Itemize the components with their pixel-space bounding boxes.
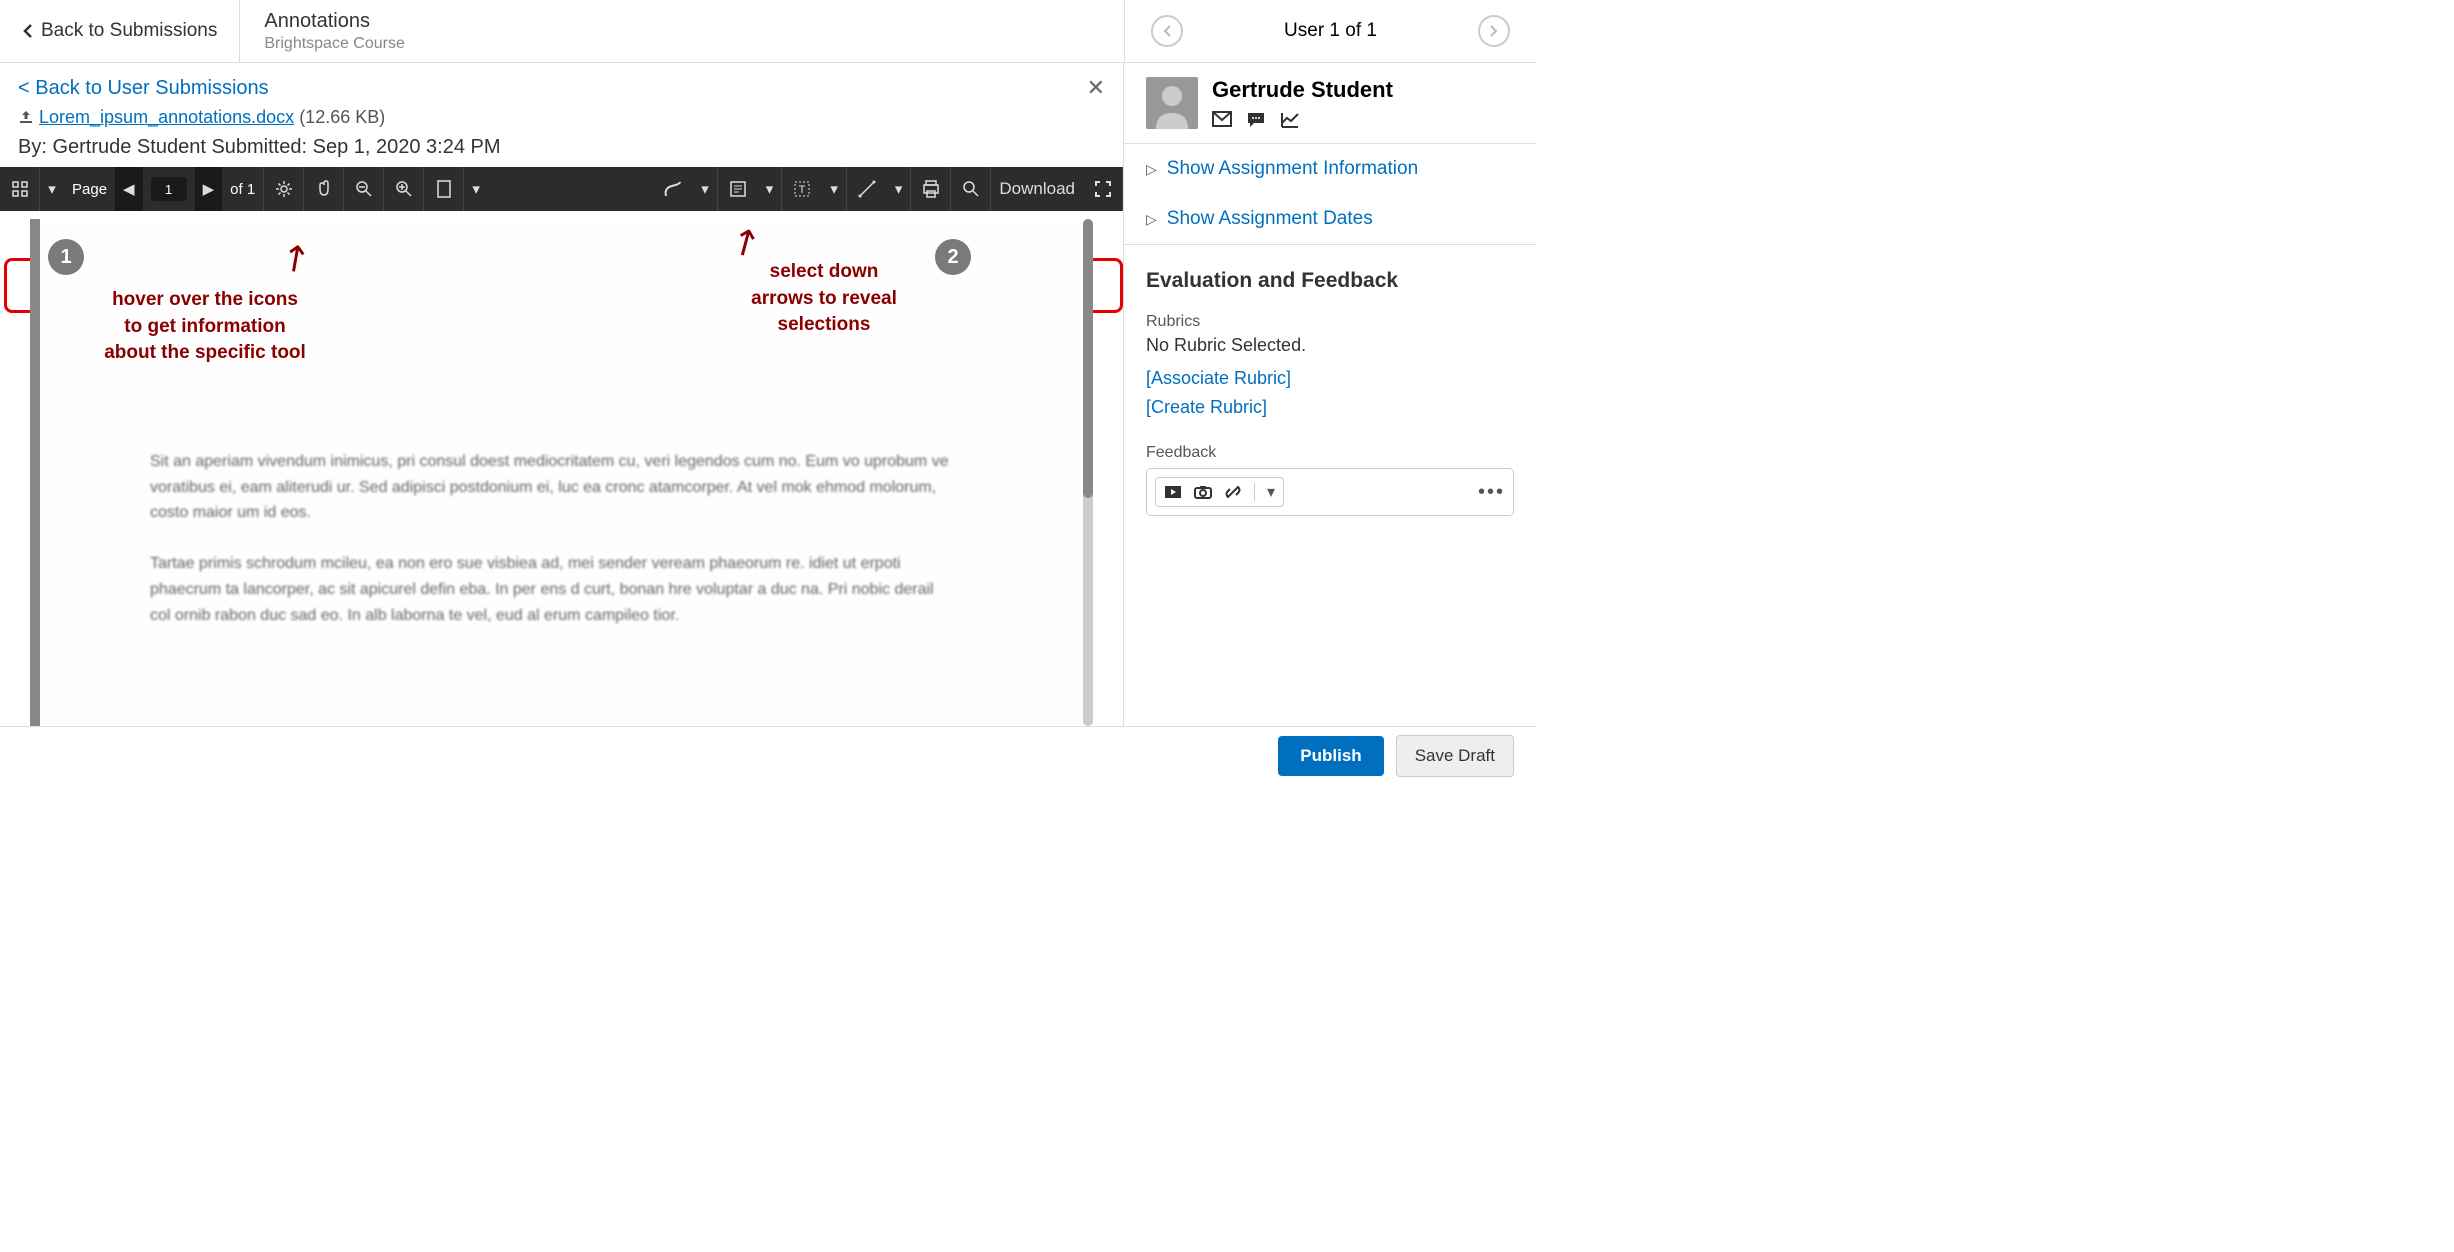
show-assignment-dates-label: Show Assignment Dates <box>1167 208 1373 230</box>
insert-video-icon[interactable] <box>1164 485 1182 499</box>
chevron-left-icon <box>22 23 33 39</box>
insert-image-icon[interactable] <box>1194 485 1212 499</box>
annotation-badge-1: 1 <box>48 239 84 275</box>
progress-icon[interactable] <box>1280 111 1300 129</box>
submission-meta-line: By: Gertrude Student Submitted: Sep 1, 2… <box>0 136 1123 167</box>
back-to-submissions-button[interactable]: Back to Submissions <box>0 0 240 62</box>
evaluation-sidebar: Gertrude Student ▷ Show Assignment Infor… <box>1123 63 1536 726</box>
rubrics-status: No Rubric Selected. <box>1124 335 1536 364</box>
chevron-right-icon: ▷ <box>1146 211 1157 228</box>
document-body-text: Sit an aperiam vivendum inimicus, pri co… <box>150 449 953 628</box>
publish-button[interactable]: Publish <box>1278 736 1383 776</box>
rubrics-label: Rubrics <box>1124 303 1536 335</box>
header-title-block: Annotations Brightspace Course <box>240 10 1124 53</box>
show-assignment-info-label: Show Assignment Information <box>1167 158 1418 180</box>
fullscreen-icon[interactable] <box>1083 167 1123 211</box>
document-viewport[interactable]: 1 2 hover over the icons to get informat… <box>30 219 1093 726</box>
annotation-hover-text: hover over the icons to get information … <box>75 287 335 367</box>
search-icon[interactable] <box>951 167 991 211</box>
annotation-arrow-1: ↗ <box>271 232 320 284</box>
feedback-label: Feedback <box>1124 422 1536 468</box>
more-actions-icon[interactable]: ••• <box>1478 481 1505 504</box>
email-icon[interactable] <box>1212 111 1232 129</box>
avatar <box>1146 77 1198 129</box>
footer-bar: Publish Save Draft <box>0 726 1536 784</box>
insert-link-icon[interactable] <box>1224 483 1242 501</box>
text-tool-icon[interactable]: T <box>782 167 822 211</box>
student-header: Gertrude Student <box>1124 63 1536 143</box>
note-dropdown[interactable]: ▾ <box>758 167 783 211</box>
back-label: Back to Submissions <box>41 20 217 42</box>
zoom-out-icon[interactable] <box>344 167 384 211</box>
annotation-select-text: select down arrows to reveal selections <box>724 259 924 339</box>
thumbnail-dropdown[interactable]: ▾ <box>40 167 64 211</box>
drawing-tool-icon[interactable] <box>653 167 693 211</box>
chevron-right-icon: ▷ <box>1146 161 1157 178</box>
annotation-badge-2: 2 <box>935 239 971 275</box>
show-assignment-info-toggle[interactable]: ▷ Show Assignment Information <box>1124 144 1536 194</box>
drawing-dropdown[interactable]: ▾ <box>693 167 718 211</box>
prev-page-button[interactable]: ◀ <box>115 167 143 211</box>
file-name-link[interactable]: Lorem_ipsum_annotations.docx <box>39 107 294 127</box>
page-label: Page <box>64 167 115 211</box>
associate-rubric-link[interactable]: [Associate Rubric] <box>1124 364 1536 393</box>
user-pager-label: User 1 of 1 <box>1284 20 1377 42</box>
save-draft-button[interactable]: Save Draft <box>1396 735 1514 777</box>
prev-user-button[interactable] <box>1151 15 1183 47</box>
line-dropdown[interactable]: ▾ <box>887 167 912 211</box>
page-subtitle: Brightspace Course <box>264 35 1100 53</box>
fit-dropdown[interactable]: ▾ <box>464 167 488 211</box>
text-dropdown[interactable]: ▾ <box>822 167 847 211</box>
insert-more-dropdown[interactable]: ▾ <box>1267 482 1275 502</box>
evaluation-header: Evaluation and Feedback <box>1124 245 1536 303</box>
pan-hand-icon[interactable] <box>304 167 344 211</box>
fit-page-icon[interactable] <box>424 167 464 211</box>
annotation-toolbar: ▾ Page ◀ ▶ of 1 ▾ <box>0 167 1123 211</box>
page-number-input[interactable] <box>143 167 195 211</box>
page-title: Annotations <box>264 10 1100 33</box>
back-to-user-submissions-link[interactable]: < Back to User Submissions <box>18 77 269 100</box>
next-user-button[interactable] <box>1478 15 1510 47</box>
gear-icon[interactable] <box>264 167 304 211</box>
create-rubric-link[interactable]: [Create Rubric] <box>1124 393 1536 422</box>
zoom-in-icon[interactable] <box>384 167 424 211</box>
svg-text:T: T <box>799 184 806 196</box>
show-assignment-dates-toggle[interactable]: ▷ Show Assignment Dates <box>1124 194 1536 244</box>
scrollbar-thumb[interactable] <box>1083 219 1093 498</box>
file-meta-row: Lorem_ipsum_annotations.docx (12.66 KB) <box>0 107 1123 136</box>
note-tool-icon[interactable] <box>718 167 758 211</box>
upload-icon <box>18 107 39 127</box>
message-icon[interactable] <box>1246 111 1266 129</box>
line-tool-icon[interactable] <box>847 167 887 211</box>
next-page-button[interactable]: ▶ <box>195 167 223 211</box>
close-icon[interactable]: ✕ <box>1087 75 1105 101</box>
student-name: Gertrude Student <box>1212 77 1393 103</box>
user-pager: User 1 of 1 <box>1124 0 1536 62</box>
file-size-label: (12.66 KB) <box>299 107 385 127</box>
app-header: Back to Submissions Annotations Brightsp… <box>0 0 1536 63</box>
print-icon[interactable] <box>911 167 951 211</box>
page-of-label: of 1 <box>222 167 264 211</box>
thumbnail-view-button[interactable] <box>0 167 40 211</box>
doc-left-edge <box>30 219 40 726</box>
document-viewer-pane: < Back to User Submissions ✕ Lorem_ipsum… <box>0 63 1123 726</box>
download-button[interactable]: Download <box>991 167 1083 211</box>
feedback-editor-toolbar: ▾ ••• <box>1146 468 1514 516</box>
